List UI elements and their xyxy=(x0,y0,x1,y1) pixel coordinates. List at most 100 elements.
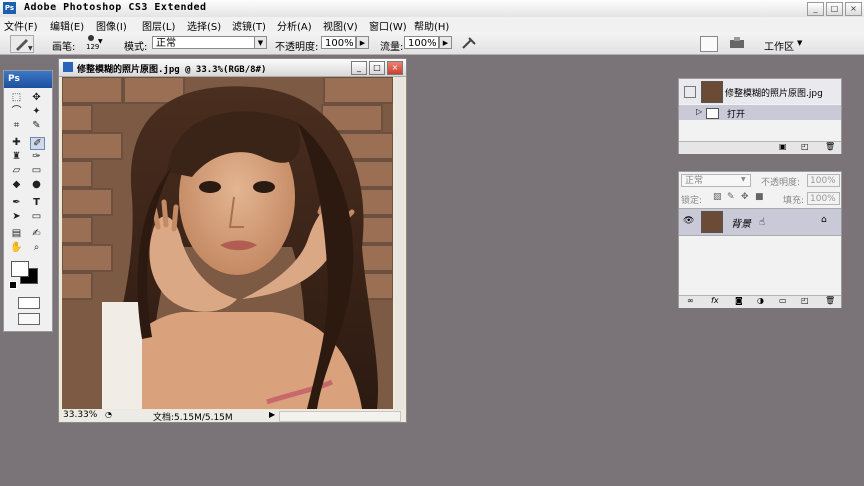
vertical-scrollbar[interactable] xyxy=(395,77,404,409)
status-menu-arrow-icon[interactable]: ▶ xyxy=(269,410,275,419)
toolbox-header: Ps xyxy=(4,71,52,88)
blur-tool-icon[interactable]: ◆ xyxy=(10,179,23,190)
brush-tool-icon[interactable]: ✐ xyxy=(30,137,45,150)
trash-icon[interactable]: 🗑 xyxy=(825,142,835,151)
history-panel: 修整模糊的照片原图.jpg ▷ 打开 ▣ ◰ 🗑 xyxy=(678,78,842,154)
opacity-input[interactable]: 100% xyxy=(321,36,356,49)
dodge-tool-icon[interactable]: ● xyxy=(30,179,43,190)
lock-image-icon[interactable]: ✎ xyxy=(727,192,735,202)
adjustment-layer-icon[interactable]: ◑ xyxy=(757,296,764,305)
lock-all-icon[interactable]: ■ xyxy=(755,192,764,202)
menu-select[interactable]: 选择(S) xyxy=(187,18,221,33)
workspace-chevron-icon[interactable]: ▼ xyxy=(797,39,802,47)
tool-preset-picker[interactable]: ▼ xyxy=(10,35,34,53)
layer-opacity-input[interactable]: 100% xyxy=(807,174,840,187)
slice-tool-icon[interactable]: ✎ xyxy=(30,120,43,131)
default-colors-icon[interactable] xyxy=(9,281,17,289)
history-state-open[interactable]: ▷ 打开 xyxy=(679,105,841,120)
close-button[interactable]: × xyxy=(845,2,862,16)
type-tool-icon[interactable]: T xyxy=(30,197,43,208)
menu-filter[interactable]: 滤镜(T) xyxy=(232,18,266,33)
eyedropper-tool-icon[interactable]: ✍ xyxy=(30,228,43,239)
layer-style-icon[interactable]: fx xyxy=(711,296,719,305)
app-title-bar: Ps Adobe Photoshop CS3 Extended _ □ × xyxy=(0,0,864,18)
layer-name[interactable]: 背景 xyxy=(731,215,751,230)
add-mask-icon[interactable]: ◙ xyxy=(735,296,743,305)
minimize-button[interactable]: _ xyxy=(807,2,824,16)
crop-tool-icon[interactable]: ⌗ xyxy=(10,120,23,131)
menu-view[interactable]: 视图(V) xyxy=(323,18,358,33)
svg-text:▼: ▼ xyxy=(28,45,33,52)
layers-panel-footer: ∞ fx ◙ ◑ ▭ ◰ 🗑 xyxy=(679,295,841,308)
history-brush-source-icon[interactable] xyxy=(684,86,696,98)
mode-dropdown-button[interactable]: ▼ xyxy=(254,36,267,49)
menu-help[interactable]: 帮助(H) xyxy=(414,18,449,33)
state-marker-icon: ▷ xyxy=(696,107,703,116)
go-to-bridge-icon[interactable] xyxy=(728,36,746,50)
workspace-menu[interactable]: 工作区 xyxy=(764,38,794,53)
layer-row-background[interactable]: 👁 背景 ☝ ⌂ xyxy=(679,208,841,236)
menu-image[interactable]: 图像(I) xyxy=(96,18,127,33)
menu-window[interactable]: 窗口(W) xyxy=(369,18,407,33)
menu-file[interactable]: 文件(F) xyxy=(4,18,38,33)
document-close-button[interactable]: × xyxy=(387,61,403,75)
eye-visibility-icon[interactable]: 👁 xyxy=(683,216,694,226)
flow-label: 流量: xyxy=(380,42,404,53)
photo-canvas[interactable] xyxy=(62,77,393,409)
pen-tool-icon[interactable]: ✒ xyxy=(10,197,23,208)
lock-position-icon[interactable]: ✥ xyxy=(741,192,749,202)
maximize-button[interactable]: □ xyxy=(826,2,843,16)
document-status-bar: 33.33% ◔ 文档:5.15M/5.15M ▶ xyxy=(61,410,404,423)
state-label: 打开 xyxy=(727,110,746,120)
create-snapshot-icon[interactable]: ◰ xyxy=(801,142,809,151)
zoom-tool-icon[interactable]: ⌕ xyxy=(30,242,43,253)
notes-tool-icon[interactable]: ▤ xyxy=(10,228,23,239)
foreground-color-swatch[interactable] xyxy=(11,261,29,277)
history-brush-tool-icon[interactable]: ✑ xyxy=(30,151,43,162)
delete-layer-icon[interactable]: 🗑 xyxy=(825,296,835,305)
flow-input[interactable]: 100% xyxy=(404,36,439,49)
link-layers-icon[interactable]: ∞ xyxy=(687,296,694,305)
menu-edit[interactable]: 编辑(E) xyxy=(50,18,84,33)
zoom-level[interactable]: 33.33% xyxy=(63,410,97,420)
gradient-tool-icon[interactable]: ▭ xyxy=(30,165,43,176)
eraser-tool-icon[interactable]: ▱ xyxy=(10,165,23,176)
move-tool-icon[interactable]: ✥ xyxy=(30,92,43,103)
quick-mask-icon[interactable] xyxy=(18,297,40,309)
palette-well-icon[interactable] xyxy=(700,36,718,52)
fill-input[interactable]: 100% xyxy=(807,192,840,205)
lock-label: 锁定: xyxy=(681,196,703,206)
menu-analysis[interactable]: 分析(A) xyxy=(277,18,312,33)
healing-brush-tool-icon[interactable]: ✚ xyxy=(10,137,23,148)
opacity-slider-button[interactable]: ▶ xyxy=(356,36,369,49)
horizontal-scrollbar[interactable] xyxy=(279,411,401,422)
menu-layer[interactable]: 图层(L) xyxy=(142,18,175,33)
clone-stamp-tool-icon[interactable]: ♜ xyxy=(10,151,23,162)
snapshot-thumbnail xyxy=(701,81,723,103)
document-size-info: 文档:5.15M/5.15M xyxy=(153,413,233,423)
document-title-bar[interactable]: 修整模糊的照片原图.jpg @ 33.3%(RGB/8#) _ □ × xyxy=(59,59,406,77)
document-maximize-button[interactable]: □ xyxy=(369,61,385,75)
flow-slider-button[interactable]: ▶ xyxy=(439,36,452,49)
document-minimize-button[interactable]: _ xyxy=(351,61,367,75)
mode-select[interactable]: 正常 xyxy=(152,36,255,49)
rectangle-tool-icon[interactable]: ▭ xyxy=(30,211,43,222)
brush-picker[interactable]: 129 ▼ xyxy=(80,34,104,53)
airbrush-icon[interactable] xyxy=(461,36,477,50)
magic-wand-tool-icon[interactable]: ✦ xyxy=(30,106,43,117)
blend-mode-chevron-icon[interactable]: ▼ xyxy=(741,176,746,183)
status-options-icon[interactable]: ◔ xyxy=(105,410,112,419)
fill-label: 填充: xyxy=(783,196,805,206)
new-group-icon[interactable]: ▭ xyxy=(779,296,787,305)
marquee-tool-icon[interactable]: ⬚ xyxy=(10,92,23,103)
screen-mode-icon[interactable] xyxy=(18,313,40,325)
hand-tool-icon[interactable]: ✋ xyxy=(10,242,23,253)
lasso-tool-icon[interactable]: ⌒ xyxy=(10,106,23,117)
open-document-icon xyxy=(706,108,719,119)
brush-tip-icon xyxy=(88,35,94,41)
new-document-from-state-icon[interactable]: ▣ xyxy=(779,142,787,151)
path-selection-tool-icon[interactable]: ➤ xyxy=(10,211,23,222)
history-snapshot-row[interactable]: 修整模糊的照片原图.jpg xyxy=(679,79,841,104)
lock-transparent-icon[interactable]: ▨ xyxy=(713,192,722,202)
new-layer-icon[interactable]: ◰ xyxy=(801,296,809,305)
